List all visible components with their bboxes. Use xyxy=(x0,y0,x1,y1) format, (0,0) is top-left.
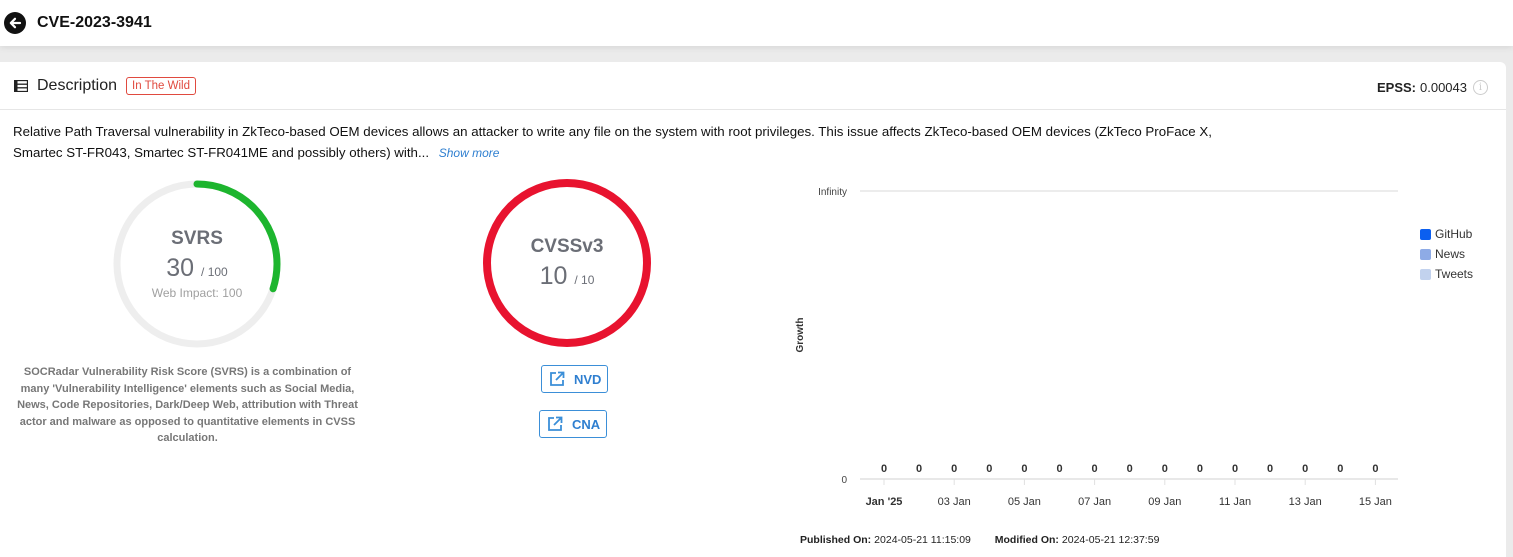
legend-label-github: GitHub xyxy=(1435,227,1473,241)
data-label: 0 xyxy=(1092,463,1098,475)
modified-label: Modified On: xyxy=(994,534,1059,546)
svrs-content: SVRS 30 / 100 Web Impact: 100 xyxy=(110,177,284,351)
cvss-score-value: 10 xyxy=(539,261,568,290)
data-label: 0 xyxy=(986,463,992,475)
cvss-title: CVSSv3 xyxy=(530,235,604,257)
svrs-gauge: SVRS 30 / 100 Web Impact: 100 xyxy=(110,177,284,351)
page-title: CVE-2023-3941 xyxy=(37,14,152,31)
web-impact: Web Impact: 100 xyxy=(151,286,243,300)
legend-item-tweets[interactable]: Tweets xyxy=(1420,264,1473,284)
cvss-content: CVSSv3 10 / 10 xyxy=(481,177,653,349)
y-tick-label: 0 xyxy=(841,475,847,486)
data-label: 0 xyxy=(1127,463,1133,475)
svrs-description: SOCRadar Vulnerability Risk Score (SVRS)… xyxy=(17,366,358,444)
external-link-icon xyxy=(550,371,565,386)
x-tick-label: Jan '25 xyxy=(866,496,903,508)
data-label: 0 xyxy=(1021,463,1027,475)
data-label: 0 xyxy=(916,463,922,475)
modified-value: 2024-05-21 12:37:59 xyxy=(1061,534,1160,546)
x-tick-label: 03 Jan xyxy=(938,496,971,508)
data-label: 0 xyxy=(1267,463,1273,475)
data-label: 0 xyxy=(951,463,957,475)
data-label: 0 xyxy=(881,463,887,475)
description-card: Description In The Wild EPSS: 0.00043 i … xyxy=(0,62,1506,557)
arrow-left-icon xyxy=(9,17,22,29)
description-text: Relative Path Traversal vulnerability in… xyxy=(13,121,1233,164)
cve-dates: Published On: 2024-05-21 11:15:09 Modifie… xyxy=(800,534,1159,546)
nvd-link-button[interactable]: NVD xyxy=(541,365,609,393)
x-tick-label: 05 Jan xyxy=(1008,496,1041,508)
in-the-wild-badge: In The Wild xyxy=(126,76,196,95)
cna-label: CNA xyxy=(572,416,601,432)
data-label: 0 xyxy=(1162,463,1168,475)
list-icon xyxy=(14,79,28,92)
svrs-score-value: 30 xyxy=(166,254,195,282)
svrs-score: 30 / 100 xyxy=(166,254,227,283)
cvss-gauge: CVSSv3 10 / 10 xyxy=(481,177,653,349)
x-tick-label: 13 Jan xyxy=(1289,496,1322,508)
legend-item-news[interactable]: News xyxy=(1420,244,1473,264)
cvss-score-max: / 10 xyxy=(574,272,595,287)
cvss-score: 10 / 10 xyxy=(540,262,595,291)
info-icon[interactable]: i xyxy=(1473,80,1488,95)
epss-label: EPSS: xyxy=(1376,80,1416,95)
legend-label-tweets: Tweets xyxy=(1435,267,1474,281)
data-label: 0 xyxy=(1056,463,1062,475)
growth-chart: Infinity 0 Growth 0 Jan '25 0 0 03 Jan 0 0 05 Jan 0… xyxy=(795,187,1398,508)
back-button[interactable] xyxy=(4,12,26,34)
x-tick-label: 11 Jan xyxy=(1219,496,1251,508)
x-tick-label: 15 Jan xyxy=(1359,496,1392,508)
chart-legend: GitHub News Tweets xyxy=(1420,224,1473,284)
epss-score: EPSS: 0.00043 i xyxy=(1377,80,1488,95)
svrs-score-max: / 100 xyxy=(201,265,228,279)
description-body: Relative Path Traversal vulnerability in… xyxy=(13,124,1212,160)
x-tick-label: 09 Jan xyxy=(1148,496,1181,508)
legend-swatch-tweets xyxy=(1420,268,1431,280)
section-title: Description xyxy=(37,76,118,94)
data-label: 0 xyxy=(1302,463,1308,475)
published-label: Published On: xyxy=(800,534,872,546)
card-header: Description In The Wild EPSS: 0.00043 i xyxy=(0,62,1506,110)
epss-value: 0.00043 xyxy=(1420,80,1467,95)
top-bar: CVE-2023-3941 xyxy=(0,0,1513,46)
legend-label-news: News xyxy=(1435,247,1466,261)
show-more-link[interactable]: Show more xyxy=(439,146,500,160)
data-label: 0 xyxy=(1197,463,1203,475)
data-label: 0 xyxy=(1232,463,1238,475)
data-label: 0 xyxy=(1337,463,1343,475)
legend-swatch-github xyxy=(1420,228,1431,240)
y-axis-title: Growth xyxy=(795,318,806,353)
y-tick-label: Infinity xyxy=(818,187,847,198)
legend-swatch-news xyxy=(1420,248,1431,260)
x-tick-label: 07 Jan xyxy=(1078,496,1111,508)
svrs-title: SVRS xyxy=(171,228,223,249)
nvd-label: NVD xyxy=(574,371,602,387)
data-label: 0 xyxy=(1372,463,1378,475)
cna-link-button[interactable]: CNA xyxy=(539,410,608,438)
published-value: 2024-05-21 11:15:09 xyxy=(874,534,971,546)
external-link-icon xyxy=(548,416,563,431)
legend-item-github[interactable]: GitHub xyxy=(1420,224,1473,244)
